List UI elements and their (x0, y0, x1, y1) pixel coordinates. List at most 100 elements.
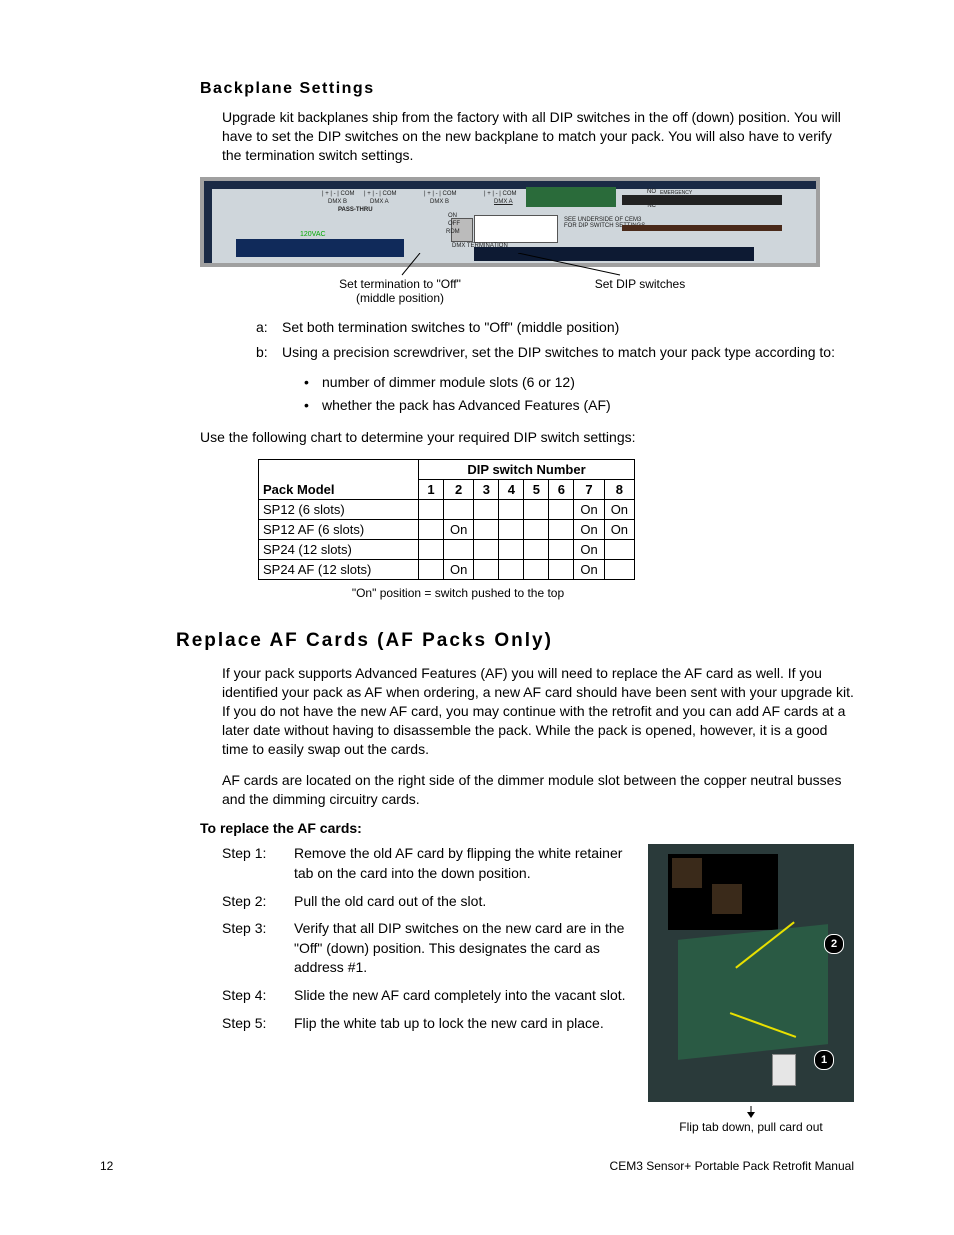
td (419, 520, 444, 540)
alpha-text: Set both termination switches to "Off" (… (282, 317, 619, 338)
td (474, 500, 499, 520)
td (444, 500, 474, 520)
af-figure-caption: Flip tab down, pull card out (648, 1106, 854, 1134)
lbl-passthru: PASS-THRU (338, 207, 373, 213)
alpha-list: a: Set both termination switches to "Off… (256, 317, 854, 363)
td (499, 560, 524, 580)
td (524, 540, 549, 560)
td (499, 520, 524, 540)
steps-list: Step 1: Remove the old AF card by flippi… (222, 844, 634, 1041)
step-text: Pull the old card out of the slot. (294, 892, 486, 912)
alpha-item-a: a: Set both termination switches to "Off… (256, 317, 854, 338)
td: On (574, 500, 604, 520)
td: On (574, 540, 604, 560)
table-row: SP24 (12 slots) On (259, 540, 635, 560)
td (419, 500, 444, 520)
lbl-120vac: 120VAC (300, 231, 326, 238)
af-paragraph-2: AF cards are located on the right side o… (222, 771, 854, 809)
page-number: 12 (100, 1159, 113, 1173)
table-row: SP24 AF (12 slots) On On (259, 560, 635, 580)
alpha-item-b: b: Using a precision screwdriver, set th… (256, 342, 854, 363)
bullet-list: • number of dimmer module slots (6 or 12… (304, 371, 854, 419)
step-item: Step 1: Remove the old AF card by flippi… (222, 844, 634, 883)
lbl-com4: | + | - | COM (484, 191, 517, 197)
lbl-com3: | + | - | COM (424, 191, 457, 197)
td (419, 540, 444, 560)
leader-label-left: Set termination to "Off" (middle positio… (300, 277, 500, 305)
bullet-item: • whether the pack has Advanced Features… (304, 394, 854, 418)
td (604, 540, 634, 560)
lbl-dmxb2: DMX B (430, 199, 449, 205)
td (604, 560, 634, 580)
td (499, 500, 524, 520)
lbl-com1: | + | - | COM (322, 191, 355, 197)
lbl-emerg: EMERGENCY CONTACT (660, 191, 700, 201)
bullet-text: number of dimmer module slots (6 or 12) (322, 371, 575, 395)
leader-left-line2: (middle position) (356, 291, 444, 305)
td: On (604, 500, 634, 520)
figure-af-card: 1 2 Flip tab down, pull card out (648, 844, 854, 1134)
lbl-dmxa2: DMX A (494, 199, 513, 205)
lbl-dmxb1: DMX B (328, 199, 347, 205)
td: On (604, 520, 634, 540)
lbl-dmxa1: DMX A (370, 199, 389, 205)
step-text: Remove the old AF card by flipping the w… (294, 844, 634, 883)
th-col: 4 (499, 480, 524, 500)
leader-left-line1: Set termination to "Off" (339, 277, 461, 291)
dip-table: Pack Model DIP switch Number 1 2 3 4 5 6… (258, 459, 854, 600)
th-col: 6 (549, 480, 574, 500)
bullet-text: whether the pack has Advanced Features (… (322, 394, 611, 418)
td (419, 560, 444, 580)
leader-label-right: Set DIP switches (540, 277, 740, 291)
bullet-item: • number of dimmer module slots (6 or 12… (304, 371, 854, 395)
td (549, 540, 574, 560)
use-chart-text: Use the following chart to determine you… (200, 428, 854, 447)
callout-badge-1: 1 (814, 1050, 834, 1070)
step-item: Step 5: Flip the white tab up to lock th… (222, 1014, 634, 1034)
table-caption: "On" position = switch pushed to the top (258, 586, 658, 600)
lbl-rdm: RDM (446, 229, 460, 235)
bullet-dot-icon: • (304, 394, 322, 418)
step-item: Step 4: Slide the new AF card completely… (222, 986, 634, 1006)
th-dip-number: DIP switch Number (419, 460, 635, 480)
td: On (574, 560, 604, 580)
callout-badge-2: 2 (824, 934, 844, 954)
step-text: Flip the white tab up to lock the new ca… (294, 1014, 604, 1034)
td (444, 540, 474, 560)
td (474, 560, 499, 580)
step-label: Step 2: (222, 892, 294, 912)
step-label: Step 4: (222, 986, 294, 1006)
td: On (444, 560, 474, 580)
alpha-marker: a: (256, 317, 282, 338)
td: On (444, 520, 474, 540)
th-pack-model: Pack Model (259, 460, 419, 500)
af-caption-text: Flip tab down, pull card out (679, 1120, 822, 1134)
td (499, 540, 524, 560)
td (474, 540, 499, 560)
th-col: 7 (574, 480, 604, 500)
td (524, 560, 549, 580)
subheading-replace-af: To replace the AF cards: (200, 820, 854, 836)
td (549, 500, 574, 520)
td (549, 520, 574, 540)
th-col: 2 (444, 480, 474, 500)
th-col: 5 (524, 480, 549, 500)
step-label: Step 3: (222, 919, 294, 978)
af-paragraph-1: If your pack supports Advanced Features … (222, 664, 854, 758)
lbl-off: OFF (448, 221, 460, 227)
td (524, 500, 549, 520)
td (524, 520, 549, 540)
lbl-no: NO (647, 189, 656, 195)
td-model: SP12 (6 slots) (259, 500, 419, 520)
alpha-marker: b: (256, 342, 282, 363)
af-card-image: 1 2 (648, 844, 854, 1102)
th-col: 1 (419, 480, 444, 500)
step-label: Step 5: (222, 1014, 294, 1034)
manual-title: CEM3 Sensor+ Portable Pack Retrofit Manu… (610, 1159, 854, 1173)
td (549, 560, 574, 580)
th-col: 3 (474, 480, 499, 500)
heading-backplane-settings: Backplane Settings (200, 80, 854, 98)
page-footer: 12 CEM3 Sensor+ Portable Pack Retrofit M… (100, 1159, 854, 1173)
heading-replace-af-cards: Replace AF Cards (AF Packs Only) (176, 630, 854, 652)
bullet-dot-icon: • (304, 371, 322, 395)
